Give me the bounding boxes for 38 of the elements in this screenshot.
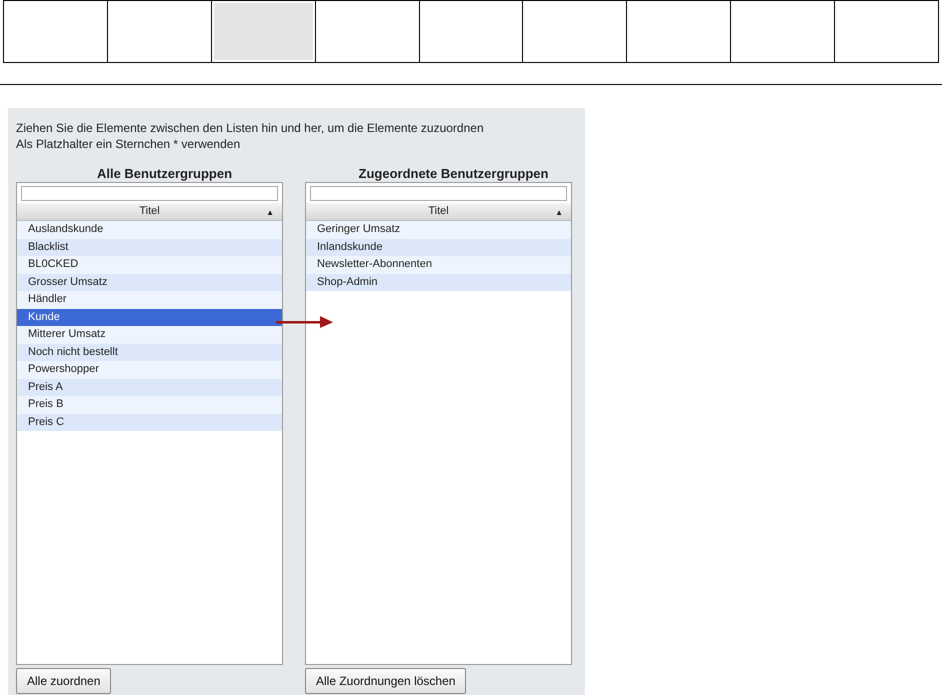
- tab[interactable]: [834, 0, 940, 63]
- list-item[interactable]: Preis B: [17, 396, 282, 414]
- tab[interactable]: [210, 0, 316, 63]
- list-item[interactable]: Mitterer Umsatz: [17, 326, 282, 344]
- tab[interactable]: [418, 0, 524, 63]
- sort-icon[interactable]: ▲: [266, 207, 274, 219]
- assign-button[interactable]: Alle Zuordnungen löschen: [305, 668, 466, 694]
- list-item[interactable]: Geringer Umsatz: [306, 221, 571, 238]
- list-item[interactable]: BL0CKED: [17, 256, 282, 274]
- column-header[interactable]: Titel ▲: [306, 203, 571, 221]
- filter-field[interactable]: [21, 186, 278, 201]
- list-title: Zugeordnete Benutzergruppen: [358, 166, 550, 182]
- instruction-text: Als Platzhalter ein Sternchen * verwenden: [16, 136, 242, 152]
- list-item[interactable]: Händler: [17, 291, 282, 308]
- instruction-text: Ziehen Sie die Elemente zwischen den Listen hin und her, um die Elemente zuzuordnen: [16, 120, 485, 136]
- assign-button[interactable]: Alle zuordnen: [16, 668, 112, 694]
- list-item[interactable]: Preis A: [17, 378, 282, 396]
- tab[interactable]: [314, 0, 420, 63]
- tab[interactable]: [106, 0, 212, 63]
- list-item[interactable]: Preis C: [17, 414, 282, 431]
- column-header[interactable]: Titel ▲: [17, 203, 282, 221]
- filter-field[interactable]: [310, 186, 567, 201]
- tab[interactable]: [626, 0, 732, 63]
- sort-icon[interactable]: ▲: [555, 207, 563, 219]
- drag-arrow: [276, 315, 334, 329]
- tab[interactable]: [522, 0, 628, 63]
- list-item[interactable]: Inlandskunde: [306, 238, 571, 256]
- list-item[interactable]: Powershopper: [17, 361, 282, 378]
- list-item[interactable]: Shop-Admin: [306, 274, 571, 291]
- tab[interactable]: [730, 0, 836, 63]
- tab[interactable]: [3, 0, 108, 63]
- list-item[interactable]: Noch nicht bestellt: [17, 344, 282, 361]
- list-item[interactable]: Newsletter-Abonnenten: [306, 256, 571, 274]
- list-item[interactable]: Blacklist: [17, 238, 282, 256]
- list-item[interactable]: Kunde: [17, 308, 282, 326]
- list-title: Alle Benutzergruppen: [96, 166, 234, 182]
- list-item[interactable]: Grosser Umsatz: [17, 274, 282, 291]
- list-item[interactable]: Auslandskunde: [17, 221, 282, 238]
